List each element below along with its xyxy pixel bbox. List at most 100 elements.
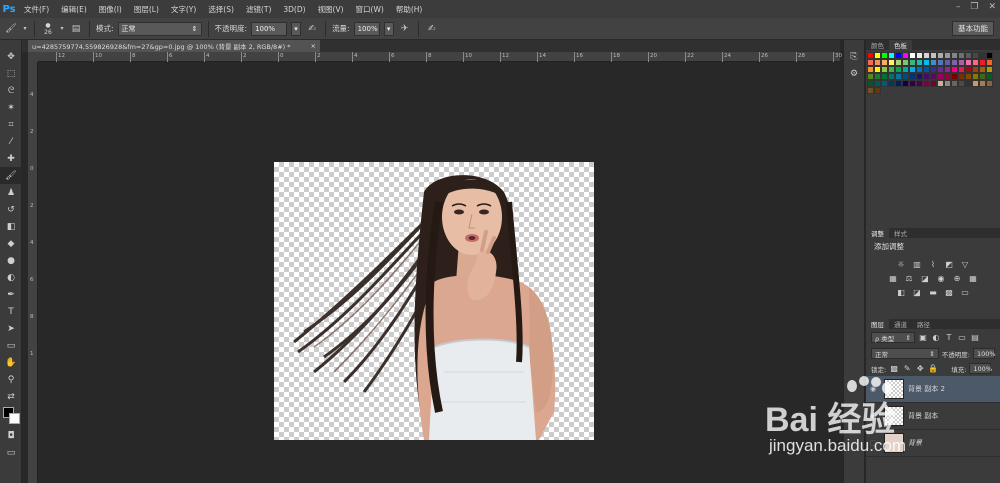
restore-icon[interactable]: ❐ xyxy=(970,2,978,12)
color-swatch[interactable] xyxy=(909,52,916,59)
color-swatch[interactable] xyxy=(867,59,874,66)
color-swatch[interactable] xyxy=(944,52,951,59)
color-swatch[interactable] xyxy=(979,80,986,87)
color-swatch[interactable] xyxy=(986,52,993,59)
color-swatch[interactable] xyxy=(972,80,979,87)
color-swatch[interactable] xyxy=(958,66,965,73)
color-swatch[interactable] xyxy=(916,59,923,66)
opacity-input[interactable]: 100% xyxy=(251,21,288,36)
paint-bucket-tool-icon[interactable]: ◆ xyxy=(0,235,22,252)
color-swatch[interactable] xyxy=(958,59,965,66)
properties-panel-icon[interactable]: ⚙ xyxy=(844,65,864,82)
color-swatch[interactable] xyxy=(895,80,902,87)
brush-panel-toggle-icon[interactable]: ▤ xyxy=(69,22,83,36)
color-swatch[interactable] xyxy=(944,73,951,80)
lock-move-icon[interactable]: ✥ xyxy=(915,364,925,374)
healing-brush-tool-icon[interactable]: ✚ xyxy=(0,150,22,167)
lock-transparent-icon[interactable]: ▩ xyxy=(889,364,899,374)
color-swatch[interactable] xyxy=(888,52,895,59)
color-swatch[interactable] xyxy=(986,73,993,80)
vertical-ruler[interactable]: 4 2 0 2 4 6 8 1 xyxy=(28,62,38,483)
color-swatch[interactable] xyxy=(902,59,909,66)
color-swatch[interactable] xyxy=(951,52,958,59)
dodge-tool-icon[interactable]: ◐ xyxy=(0,269,22,286)
background-color[interactable] xyxy=(9,413,20,424)
color-swatch[interactable] xyxy=(937,80,944,87)
eraser-tool-icon[interactable]: ◧ xyxy=(0,218,22,235)
magic-wand-tool-icon[interactable]: ✶ xyxy=(0,99,22,116)
crop-tool-icon[interactable]: ⌗ xyxy=(0,116,22,133)
filter-type-icon[interactable]: T xyxy=(944,333,954,343)
pressure-opacity-icon[interactable]: ✍ xyxy=(305,22,319,36)
color-swatch[interactable] xyxy=(937,52,944,59)
color-swatch[interactable] xyxy=(944,80,951,87)
color-swatch[interactable] xyxy=(909,59,916,66)
layer-kind-select[interactable]: ρ 类型 ⇕ xyxy=(871,332,915,343)
tab-color[interactable]: 颜色 xyxy=(866,40,889,50)
color-swatch[interactable] xyxy=(916,80,923,87)
menu-edit[interactable]: 编辑(E) xyxy=(55,4,93,15)
levels-icon[interactable]: ▥ xyxy=(912,259,922,269)
brush-tool-icon[interactable]: 🖌 xyxy=(0,167,22,184)
selective-color-icon[interactable]: ▩ xyxy=(944,287,954,297)
color-swatch[interactable] xyxy=(874,73,881,80)
vibrance-icon[interactable]: ▽ xyxy=(960,259,970,269)
document-tab[interactable]: u=4285759774,559826928&fm=27&gp=0.jpg @ … xyxy=(28,40,320,52)
color-swatch[interactable] xyxy=(888,80,895,87)
stamp-tool-icon[interactable]: ♟ xyxy=(0,184,22,201)
lock-all-icon[interactable]: 🔒 xyxy=(928,364,938,374)
color-swatch[interactable] xyxy=(979,73,986,80)
color-swatch[interactable] xyxy=(958,73,965,80)
color-swatch[interactable] xyxy=(930,66,937,73)
menu-image[interactable]: 图像(I) xyxy=(93,4,128,15)
color-swatch[interactable] xyxy=(951,66,958,73)
airbrush-icon[interactable]: ✈ xyxy=(398,22,412,36)
blend-mode-select[interactable]: 正常 ⇕ xyxy=(871,348,939,359)
color-swatch[interactable] xyxy=(874,80,881,87)
color-swatch[interactable] xyxy=(881,52,888,59)
color-swatch[interactable] xyxy=(902,52,909,59)
menu-help[interactable]: 帮助(H) xyxy=(390,4,429,15)
foreground-background-colors[interactable] xyxy=(0,405,22,427)
color-swatch[interactable] xyxy=(867,73,874,80)
color-swatch[interactable] xyxy=(979,52,986,59)
menu-file[interactable]: 文件(F) xyxy=(18,4,55,15)
curves-icon[interactable]: ⌇ xyxy=(928,259,938,269)
color-swatch[interactable] xyxy=(979,59,986,66)
color-swatch[interactable] xyxy=(937,73,944,80)
color-swatch[interactable] xyxy=(958,52,965,59)
color-swatch[interactable] xyxy=(951,73,958,80)
document-canvas[interactable] xyxy=(274,162,594,440)
color-swatch[interactable] xyxy=(951,80,958,87)
chevron-down-icon[interactable]: ▾ xyxy=(59,22,65,36)
menu-type[interactable]: 文字(Y) xyxy=(165,4,202,15)
tab-layers[interactable]: 图层 xyxy=(866,319,889,329)
fill-input[interactable]: 100% xyxy=(969,363,992,374)
path-select-tool-icon[interactable]: ➤ xyxy=(0,320,22,337)
color-swatch[interactable] xyxy=(881,59,888,66)
flow-dropdown[interactable]: ▾ xyxy=(383,21,394,36)
color-swatch[interactable] xyxy=(965,73,972,80)
color-swatch[interactable] xyxy=(874,66,881,73)
color-swatch[interactable] xyxy=(979,66,986,73)
color-swatch[interactable] xyxy=(888,59,895,66)
tab-swatches[interactable]: 色板 xyxy=(889,40,912,50)
color-swatch[interactable] xyxy=(867,52,874,59)
brush-size-picker[interactable]: ● 26 xyxy=(41,22,55,36)
invert-icon[interactable]: ◧ xyxy=(896,287,906,297)
type-tool-icon[interactable]: T xyxy=(0,303,22,320)
color-swatch[interactable] xyxy=(874,52,881,59)
shape-tool-icon[interactable]: ▭ xyxy=(0,337,22,354)
color-swatch[interactable] xyxy=(944,66,951,73)
color-swatch[interactable] xyxy=(944,59,951,66)
color-swatch[interactable] xyxy=(909,66,916,73)
color-swatch[interactable] xyxy=(951,59,958,66)
exposure-icon[interactable]: ◩ xyxy=(944,259,954,269)
minimize-icon[interactable]: – xyxy=(956,2,961,12)
color-swatch[interactable] xyxy=(916,73,923,80)
tab-styles[interactable]: 样式 xyxy=(889,228,912,238)
layer-opacity-input[interactable]: 100% xyxy=(973,348,996,359)
color-swatch[interactable] xyxy=(867,87,874,94)
color-swatch[interactable] xyxy=(986,80,993,87)
color-swatch[interactable] xyxy=(958,80,965,87)
